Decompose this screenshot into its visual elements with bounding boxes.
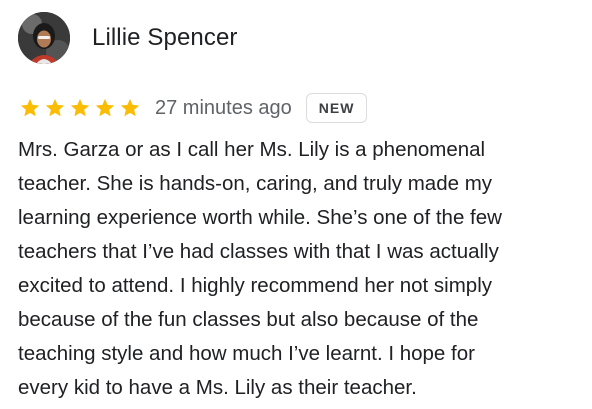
review-text: Mrs. Garza or as I call her Ms. Lily is … (18, 138, 502, 399)
star-icon (119, 97, 141, 119)
star-icon (94, 97, 116, 119)
avatar[interactable] (18, 12, 70, 64)
review-meta: 27 minutes ago NEW (19, 92, 368, 124)
star-icon (44, 97, 66, 119)
star-icon (19, 97, 41, 119)
reviewer-name[interactable]: Lillie Spencer (92, 24, 237, 52)
star-icon (69, 97, 91, 119)
review-timestamp: 27 minutes ago (155, 96, 292, 119)
review-header: Lillie Spencer (18, 12, 237, 64)
star-rating (19, 97, 144, 119)
review-card: Lillie Spencer 27 minutes ago NEW Mrs. G… (0, 0, 592, 409)
new-badge: NEW (305, 93, 368, 123)
